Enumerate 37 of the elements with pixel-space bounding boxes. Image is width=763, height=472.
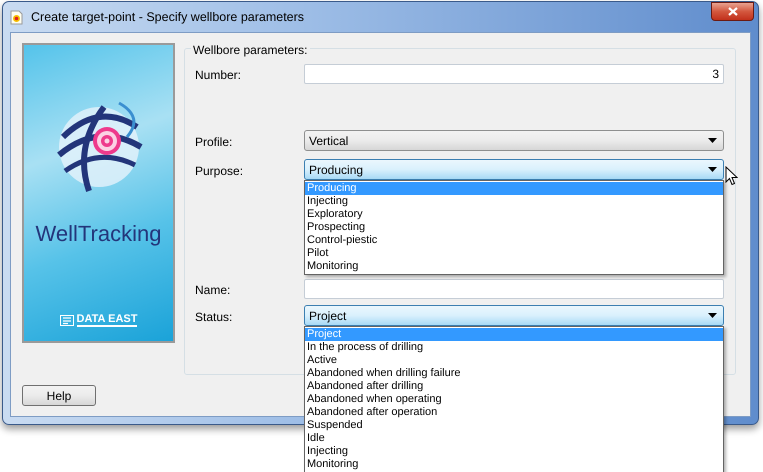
dropdown-option[interactable]: Injecting (305, 445, 723, 458)
field-label: Status: (195, 309, 234, 326)
dropdown-option[interactable]: Monitoring (305, 458, 723, 471)
dropdown[interactable]: Vertical (304, 130, 724, 151)
dropdown-option[interactable]: Abandoned when drilling failure (305, 367, 723, 380)
dropdown-option[interactable]: Pilot (305, 247, 723, 260)
dropdown[interactable]: Project (304, 305, 724, 326)
dropdown-option[interactable]: Suspended (305, 419, 723, 432)
dropdown-option[interactable]: Abandoned after operation (305, 406, 723, 419)
dropdown-option[interactable]: Active (305, 354, 723, 367)
dropdown-option[interactable]: Idle (305, 432, 723, 445)
field-label: Profile: (195, 134, 234, 151)
caret-icon (708, 138, 717, 143)
company-logo-icon (60, 315, 74, 326)
caret-icon (708, 167, 717, 172)
dropdown-option[interactable]: In the process of drilling (305, 341, 723, 354)
caret-icon (708, 313, 717, 318)
help-button[interactable]: Help (22, 385, 96, 406)
dropdown-option[interactable]: Injecting (305, 195, 723, 208)
app-icon (10, 10, 23, 24)
field-label: Number: (195, 67, 242, 84)
dropdown[interactable]: Producing (304, 159, 724, 180)
window-title: Create target-point - Specify wellbore parameters (31, 8, 304, 26)
dropdown-option[interactable]: Abandoned after drilling (305, 380, 723, 393)
text-field[interactable] (304, 278, 724, 298)
company-name: DATA EAST (76, 314, 138, 327)
dropdown-option[interactable]: Monitoring (305, 260, 723, 273)
field-label: Name: (195, 282, 232, 299)
dropdown-option[interactable]: Abandoned when operating (305, 393, 723, 406)
dropdown-option[interactable]: Prospecting (305, 221, 723, 234)
product-name: WellTracking (36, 220, 162, 248)
close-button[interactable] (711, 2, 754, 21)
dropdown-option[interactable]: Control-piestic (305, 234, 723, 247)
close-icon (728, 7, 738, 16)
dropdown-option[interactable]: Exploratory (305, 208, 723, 221)
field-label: Purpose: (195, 163, 244, 180)
text-field[interactable]: 3 (304, 64, 724, 84)
